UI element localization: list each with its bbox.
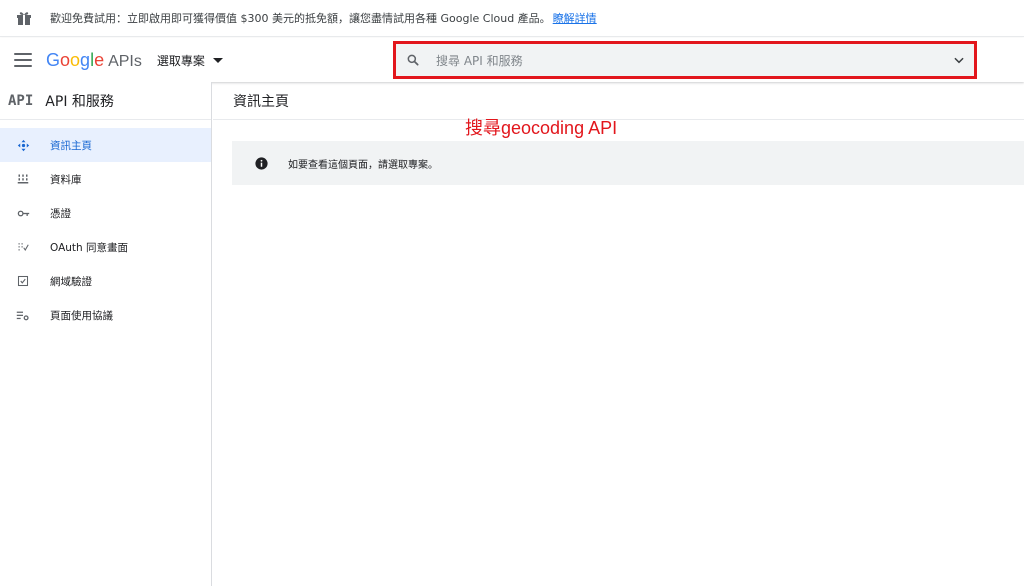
info-notice: 如要查看這個頁面，請選取專案。 [232,141,1024,185]
search-bar[interactable]: 搜尋 API 和服務 [393,41,977,79]
api-logo-icon: API [8,92,34,109]
search-input[interactable]: 搜尋 API 和服務 [436,52,952,69]
settings-list-icon [16,308,30,322]
annotation-text: 搜尋geocoding API [465,118,618,138]
sidebar-header: API API 和服務 [0,82,211,120]
learn-more-link[interactable]: 瞭解詳情 [553,10,597,26]
sidebar-item-label: OAuth 同意畫面 [50,241,129,254]
project-selector-label: 選取專案 [156,53,205,68]
sidebar-item-label: 資料庫 [50,173,82,186]
chevron-down-icon[interactable] [952,53,966,67]
sidebar-nav: 資訊主頁 資料庫 憑證 OAuth 同意畫面 網域驗證 頁面使用協議 [0,128,211,332]
sidebar-item-dashboard[interactable]: 資訊主頁 [0,128,211,162]
sidebar-item-library[interactable]: 資料庫 [0,162,211,196]
info-icon [255,156,268,170]
key-icon [16,206,30,220]
search-icon [407,54,419,66]
gift-icon [16,10,32,26]
library-icon [16,172,30,186]
sidebar-item-domain-verification[interactable]: 網域驗證 [0,264,211,298]
sidebar-title: API 和服務 [45,93,114,110]
sidebar-item-label: 網域驗證 [50,275,92,288]
promo-text: 歡迎免費試用：立即啟用即可獲得價值 $300 美元的抵免額，讓您盡情試用各種 G… [50,12,551,25]
sidebar-item-label: 資訊主頁 [50,139,92,152]
notice-text: 如要查看這個頁面，請選取專案。 [288,159,438,171]
caret-down-icon [212,58,223,63]
project-selector[interactable]: 選取專案 [157,52,223,69]
dashboard-icon [16,138,30,152]
sidebar: API API 和服務 資訊主頁 資料庫 憑證 OAuth 同意畫面 網域驗證 … [0,82,212,586]
sidebar-item-oauth[interactable]: OAuth 同意畫面 [0,230,211,264]
oauth-consent-icon [16,240,30,254]
promo-banner: 歡迎免費試用：立即啟用即可獲得價值 $300 美元的抵免額，讓您盡情試用各種 G… [0,0,1024,37]
sidebar-item-page-usage-agreements[interactable]: 頁面使用協議 [0,298,211,332]
page-title: 資訊主頁 [233,93,289,110]
sidebar-item-label: 頁面使用協議 [50,309,113,322]
domain-check-icon [16,274,30,288]
google-apis-logo[interactable]: Google APIs [46,50,142,71]
page-header: 資訊主頁 [213,82,1024,120]
menu-icon[interactable] [14,53,32,67]
app-header: Google APIs 選取專案 搜尋 API 和服務 [0,38,1024,82]
sidebar-item-label: 憑證 [50,207,71,220]
sidebar-item-credentials[interactable]: 憑證 [0,196,211,230]
